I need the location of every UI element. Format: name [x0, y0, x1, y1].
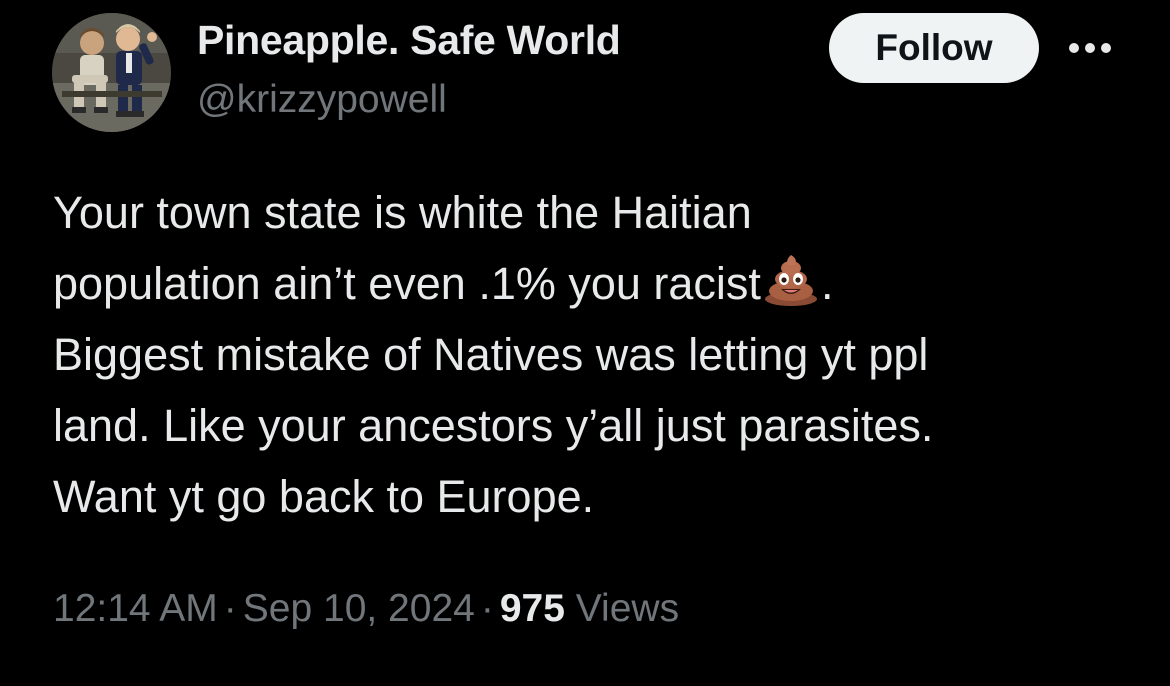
views-label[interactable]: Views	[576, 587, 679, 630]
tweet-date[interactable]: Sep 10, 2024	[243, 587, 475, 630]
author-display-name[interactable]: Pineapple. Safe World	[197, 17, 621, 64]
tweet-line-text: population ain’t even .1% you racist	[53, 258, 761, 309]
views-count[interactable]: 975	[500, 587, 565, 630]
tweet-line: Biggest mistake of Natives was letting y…	[53, 329, 929, 380]
more-options-button[interactable]	[1062, 33, 1118, 63]
tweet-line: Want yt go back to Europe.	[53, 471, 595, 522]
tweet-time[interactable]: 12:14 AM	[53, 587, 218, 630]
avatar[interactable]	[52, 13, 171, 132]
tweet-line: population ain’t even .1% you racist .	[53, 248, 1143, 319]
follow-button[interactable]: Follow	[829, 13, 1039, 83]
tweet-line-suffix: .	[820, 258, 834, 309]
pile-of-poo-emoji-icon	[764, 255, 817, 306]
tweet-text: Your town state is white the Haitian pop…	[53, 177, 1143, 532]
tweet-line: Your town state is white the Haitian	[53, 187, 752, 238]
ellipsis-icon	[1069, 43, 1111, 53]
avatar-image	[52, 13, 171, 132]
tweet-line: land. Like your ancestors y’all just par…	[53, 400, 934, 451]
author-handle[interactable]: @krizzypowell	[197, 78, 447, 122]
meta-separator: ·	[223, 587, 237, 630]
tweet-meta: 12:14 AM · Sep 10, 2024 · 975 Views	[53, 587, 679, 631]
tweet-card: Pineapple. Safe World @krizzypowell Foll…	[0, 0, 1170, 686]
meta-separator: ·	[480, 587, 494, 630]
